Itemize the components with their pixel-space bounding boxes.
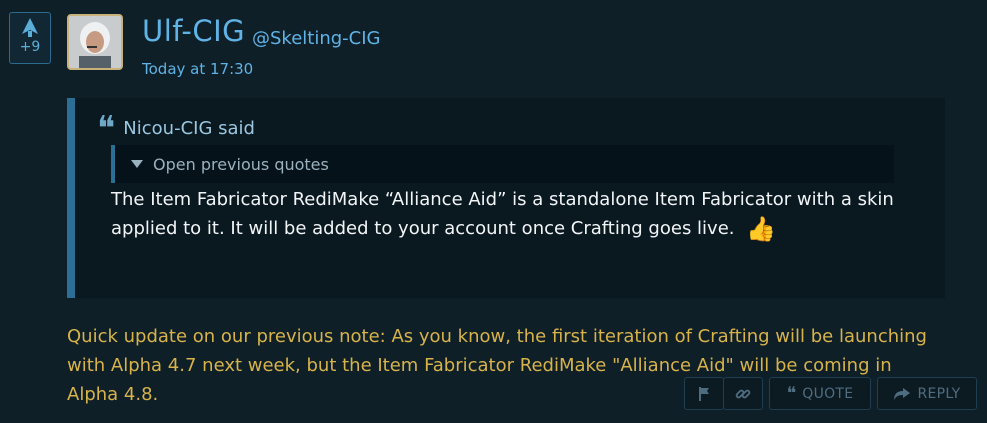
caret-down-icon: [131, 160, 143, 168]
post-author[interactable]: Ulf-CIG: [142, 14, 245, 48]
open-previous-quotes-label: Open previous quotes: [153, 154, 329, 174]
quote-button-label: QUOTE: [802, 385, 854, 402]
quote-icon: ❝: [786, 383, 797, 404]
quote-mark-icon: ❝: [97, 108, 116, 149]
quote-body-wrap: The Item Fabricator RediMake “Alliance A…: [111, 185, 901, 244]
avatar[interactable]: [67, 14, 123, 70]
quote-block: ❝ Nicou-CIG said Open previous quotes Th…: [67, 98, 945, 298]
vote-count: +9: [19, 39, 41, 55]
quote-author[interactable]: Nicou-CIG said: [123, 118, 255, 139]
flag-icon: [699, 386, 709, 401]
quote-header: ❝ Nicou-CIG said: [97, 108, 255, 149]
reply-button[interactable]: REPLY: [877, 377, 977, 410]
post-timestamp[interactable]: Today at 17:30: [142, 60, 253, 78]
quote-body: The Item Fabricator RediMake “Alliance A…: [111, 189, 894, 239]
reply-arrow-icon: [894, 387, 911, 400]
link-icon: [735, 389, 751, 398]
thumbs-up-icon: 👍: [746, 215, 777, 243]
reply-button-label: REPLY: [917, 385, 961, 402]
open-previous-quotes[interactable]: Open previous quotes: [111, 145, 894, 183]
report-button[interactable]: [684, 377, 724, 410]
post-handle[interactable]: @Skelting-CIG: [252, 28, 381, 49]
user-avatar-icon: [69, 16, 121, 68]
upvote-widget[interactable]: +9: [9, 12, 51, 64]
quote-button[interactable]: ❝ QUOTE: [769, 377, 871, 410]
link-button[interactable]: [723, 377, 763, 410]
up-arrow-icon[interactable]: [19, 17, 41, 39]
